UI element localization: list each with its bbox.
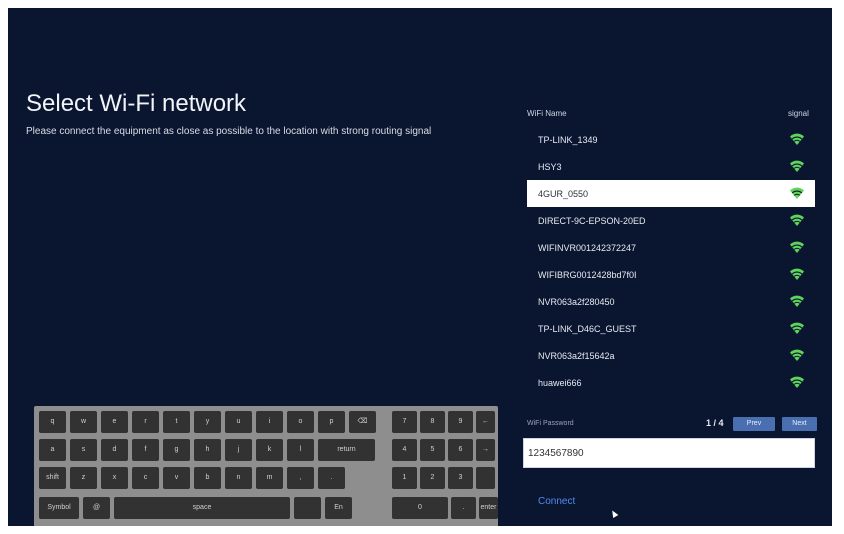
wifi-network-item[interactable]: HSY3 — [527, 153, 815, 180]
wifi-network-item[interactable]: WIFINVR001242372247 — [527, 234, 815, 261]
wifi-signal-icon — [789, 131, 805, 147]
wifi-network-item[interactable]: NVR063a2f280450 — [527, 288, 815, 315]
keyboard-key[interactable]: En — [325, 497, 352, 519]
wifi-network-name: HSY3 — [538, 162, 562, 172]
keyboard-key[interactable]: y — [194, 411, 221, 433]
numpad-key[interactable]: 8 — [420, 411, 445, 433]
numpad-key[interactable]: 6 — [448, 439, 473, 461]
page-subtitle: Please connect the equipment as close as… — [26, 126, 432, 137]
numpad-key[interactable]: 5 — [420, 439, 445, 461]
keyboard-key[interactable]: x — [101, 467, 128, 489]
wifi-network-item[interactable]: 4GUR_0550 — [527, 180, 815, 207]
wifi-network-item[interactable]: TP-LINK_D46C_GUEST — [527, 315, 815, 342]
numpad-key[interactable]: 7 — [392, 411, 417, 433]
keyboard-key[interactable] — [294, 497, 321, 519]
next-button[interactable]: Next — [782, 417, 817, 431]
keyboard-key[interactable]: @ — [83, 497, 110, 519]
wifi-network-name: NVR063a2f280450 — [538, 297, 615, 307]
keyboard-key[interactable]: h — [194, 439, 221, 461]
numpad-key[interactable]: 0 — [392, 497, 448, 519]
numpad-key[interactable]: 3 — [448, 467, 473, 489]
keyboard-key[interactable]: n — [225, 467, 252, 489]
numpad-key[interactable]: → — [476, 439, 495, 461]
keyboard-key[interactable]: m — [256, 467, 283, 489]
wifi-signal-icon — [789, 266, 805, 282]
password-label: WiFi Password — [527, 420, 574, 427]
keyboard-key[interactable]: e — [101, 411, 128, 433]
keyboard-key[interactable]: g — [163, 439, 190, 461]
wifi-signal-icon — [789, 374, 805, 390]
keyboard-key[interactable]: . — [318, 467, 345, 489]
wifi-signal-icon — [789, 158, 805, 174]
numpad-key[interactable]: 4 — [392, 439, 417, 461]
numpad-key[interactable]: ← — [476, 411, 495, 433]
keyboard-key[interactable]: u — [225, 411, 252, 433]
numpad-key[interactable] — [476, 467, 495, 489]
keyboard-key[interactable]: i — [256, 411, 283, 433]
wifi-name-header: WiFi Name — [527, 109, 567, 118]
wifi-network-name: TP-LINK_1349 — [538, 135, 598, 145]
wifi-network-name: NVR063a2f15642a — [538, 351, 615, 361]
numpad-key[interactable]: 9 — [448, 411, 473, 433]
wifi-network-name: TP-LINK_D46C_GUEST — [538, 324, 637, 334]
wifi-network-item[interactable]: WIFIBRG0012428bd7f0I — [527, 261, 815, 288]
keyboard-key[interactable]: r — [132, 411, 159, 433]
keyboard-key[interactable]: space — [114, 497, 290, 519]
wifi-network-name: WIFINVR001242372247 — [538, 243, 637, 253]
keyboard-key[interactable]: , — [287, 467, 314, 489]
signal-header: signal — [788, 109, 809, 118]
keyboard-key[interactable]: ⌫ — [349, 411, 376, 433]
keyboard-key[interactable]: o — [287, 411, 314, 433]
keyboard-key[interactable]: d — [101, 439, 128, 461]
keyboard-key[interactable]: s — [70, 439, 97, 461]
keyboard-key[interactable]: c — [132, 467, 159, 489]
page-indicator: 1 / 4 — [706, 418, 724, 428]
wifi-network-name: huawei666 — [538, 378, 582, 388]
wifi-network-name: DIRECT-9C-EPSON-20ED — [538, 216, 646, 226]
wifi-network-item[interactable]: NVR063a2f15642a — [527, 342, 815, 369]
keyboard-key[interactable]: l — [287, 439, 314, 461]
keyboard-key[interactable]: f — [132, 439, 159, 461]
numpad-key[interactable]: 1 — [392, 467, 417, 489]
wifi-signal-icon — [789, 347, 805, 363]
keyboard-key[interactable]: a — [39, 439, 66, 461]
keyboard-key[interactable]: return — [318, 439, 375, 461]
numpad-key[interactable]: 2 — [420, 467, 445, 489]
wifi-network-list: TP-LINK_1349 HSY3 4GUR_0550 DIRECT-9C-EPSON… — [527, 126, 815, 396]
wifi-signal-icon — [789, 212, 805, 228]
keyboard-key[interactable]: w — [70, 411, 97, 433]
wifi-network-item[interactable]: huawei666 — [527, 369, 815, 396]
numpad-key[interactable]: . — [451, 497, 476, 519]
connect-button[interactable]: Connect — [538, 496, 575, 507]
keyboard-key[interactable]: b — [194, 467, 221, 489]
keyboard-key[interactable]: t — [163, 411, 190, 433]
wifi-network-name: 4GUR_0550 — [538, 189, 589, 199]
mouse-cursor-icon — [609, 508, 619, 519]
keyboard-key[interactable]: q — [39, 411, 66, 433]
wifi-signal-icon — [789, 293, 805, 309]
on-screen-keyboard: q w e r t y u i o p ⌫ a s d f g h j k l return shift z x c v b n m,.… — [34, 406, 498, 526]
keyboard-key[interactable]: j — [225, 439, 252, 461]
keyboard-key[interactable]: p — [318, 411, 345, 433]
keyboard-key[interactable]: z — [70, 467, 97, 489]
password-field[interactable] — [523, 438, 815, 468]
wifi-signal-icon — [789, 239, 805, 255]
wifi-network-item[interactable]: DIRECT-9C-EPSON-20ED — [527, 207, 815, 234]
wifi-network-item[interactable]: TP-LINK_1349 — [527, 126, 815, 153]
wifi-signal-icon — [789, 320, 805, 336]
wifi-setup-screen: Select Wi-Fi network Please connect the … — [8, 8, 832, 526]
prev-button[interactable]: Prev — [733, 417, 775, 431]
numpad-key[interactable]: enter — [479, 497, 498, 519]
wifi-signal-icon — [789, 185, 805, 201]
keyboard-key[interactable]: shift — [39, 467, 66, 489]
keyboard-key[interactable]: k — [256, 439, 283, 461]
keyboard-key[interactable]: v — [163, 467, 190, 489]
wifi-network-name: WIFIBRG0012428bd7f0I — [538, 270, 637, 280]
keyboard-key[interactable]: Symbol — [39, 497, 79, 519]
page-title: Select Wi-Fi network — [26, 90, 247, 117]
